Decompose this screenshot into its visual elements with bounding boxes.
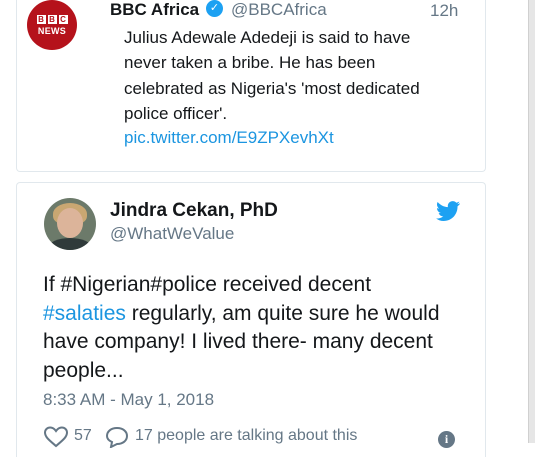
bbc-tweet-pic-link[interactable]: pic.twitter.com/E9ZPXevhXt <box>124 128 334 148</box>
bbc-tweet-text-line-2: never taken a bribe. He has been <box>124 53 376 72</box>
bbc-author-handle[interactable]: @BBCAfrica <box>231 0 327 20</box>
bbc-logo-letter-c: C <box>58 14 68 24</box>
heart-icon[interactable] <box>43 426 69 448</box>
scrollbar[interactable] <box>528 0 535 443</box>
info-icon[interactable]: i <box>438 431 455 448</box>
tweet-timestamp[interactable]: 8:33 AM - May 1, 2018 <box>43 390 214 410</box>
main-tweet-text: If #Nigerian#police received decent #sala… <box>43 271 473 385</box>
bbc-news-logo[interactable]: B B C NEWS <box>27 0 77 50</box>
main-author-name[interactable]: Jindra Cekan, PhD <box>110 200 278 222</box>
bbc-logo-blocks: B B C <box>36 14 68 24</box>
bbc-logo-letter-b2: B <box>47 14 57 24</box>
bbc-logo-letter-b1: B <box>36 14 46 24</box>
bbc-tweet-text-line-4: police officer'. <box>124 104 228 123</box>
bbc-author-name[interactable]: BBC Africa <box>110 0 199 20</box>
avatar-face <box>57 208 83 238</box>
main-tweet-text-part-1: If #Nigerian#police received decent <box>43 273 372 296</box>
verified-badge-icon: ✓ <box>206 0 223 17</box>
bbc-tweet-time[interactable]: 12h <box>430 1 458 21</box>
hashtag-salaties-link[interactable]: #salaties <box>43 302 126 325</box>
bbc-tweet-text-line-3: celebrated as Nigeria's 'most dedicated <box>124 79 420 98</box>
twitter-bird-icon[interactable] <box>436 201 460 221</box>
like-count[interactable]: 57 <box>74 427 92 445</box>
avatar-shirt <box>48 238 92 250</box>
avatar[interactable] <box>44 198 96 250</box>
comment-bubble-icon[interactable] <box>105 426 129 448</box>
talking-about-link[interactable]: 17 people are talking about this <box>135 427 357 445</box>
bbc-tweet-text-line-1: Julius Adewale Adedeji is said to have <box>124 28 411 47</box>
bbc-logo-news: NEWS <box>37 25 67 36</box>
main-author-handle[interactable]: @WhatWeValue <box>110 224 234 244</box>
